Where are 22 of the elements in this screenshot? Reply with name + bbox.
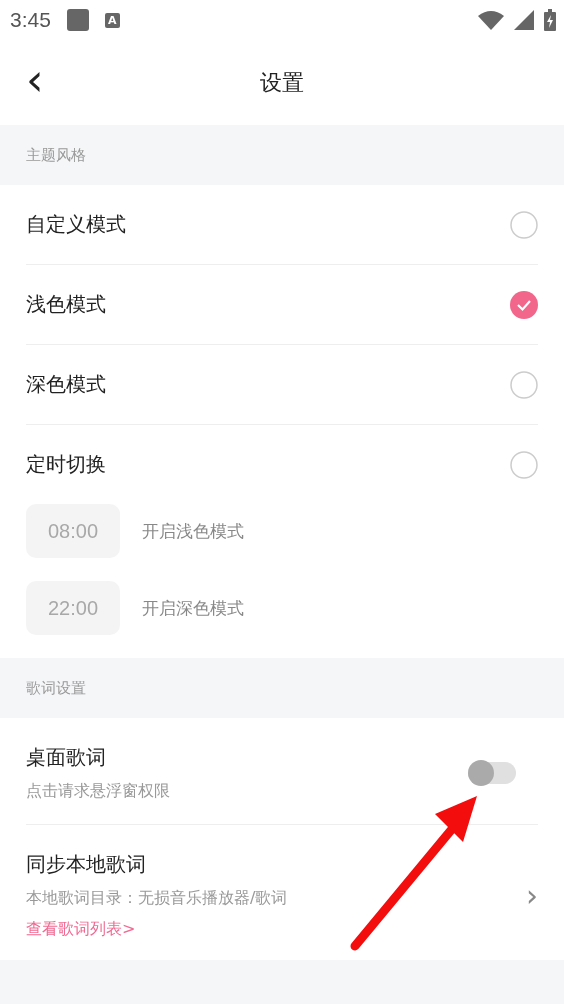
chevron-icon: › xyxy=(526,878,538,913)
signal-icon xyxy=(514,10,534,30)
battery-icon xyxy=(544,9,556,31)
notification-badge: A xyxy=(104,12,120,28)
wifi-icon xyxy=(478,10,504,30)
notification-icon xyxy=(66,9,89,31)
section-header: 歌词设置 xyxy=(25,677,87,699)
setting-title: 桌面歌词 xyxy=(26,744,107,771)
back-button[interactable]: ‹ xyxy=(20,58,50,102)
setting-description: 本地歌词目录：无损音乐播放器/歌词 xyxy=(26,888,288,909)
theme-option[interactable]: 浅色模式 xyxy=(26,265,538,345)
page-title: 设置 xyxy=(260,68,304,97)
status-time: 3:45 xyxy=(10,8,51,32)
theme-option[interactable]: 定时切换 xyxy=(26,425,538,504)
theme-option[interactable]: 深色模式 xyxy=(26,345,538,425)
schedule-label: 开启浅色模式 xyxy=(142,519,244,543)
setting-title: 同步本地歌词 xyxy=(26,851,147,878)
schedule-label: 开启深色模式 xyxy=(142,596,244,620)
setting-description: 点击请求悬浮窗权限 xyxy=(26,781,170,802)
toggle-switch[interactable] xyxy=(468,762,516,784)
theme-option[interactable]: 自定义模式 xyxy=(26,185,538,265)
section-header: 主题风格 xyxy=(25,144,87,166)
